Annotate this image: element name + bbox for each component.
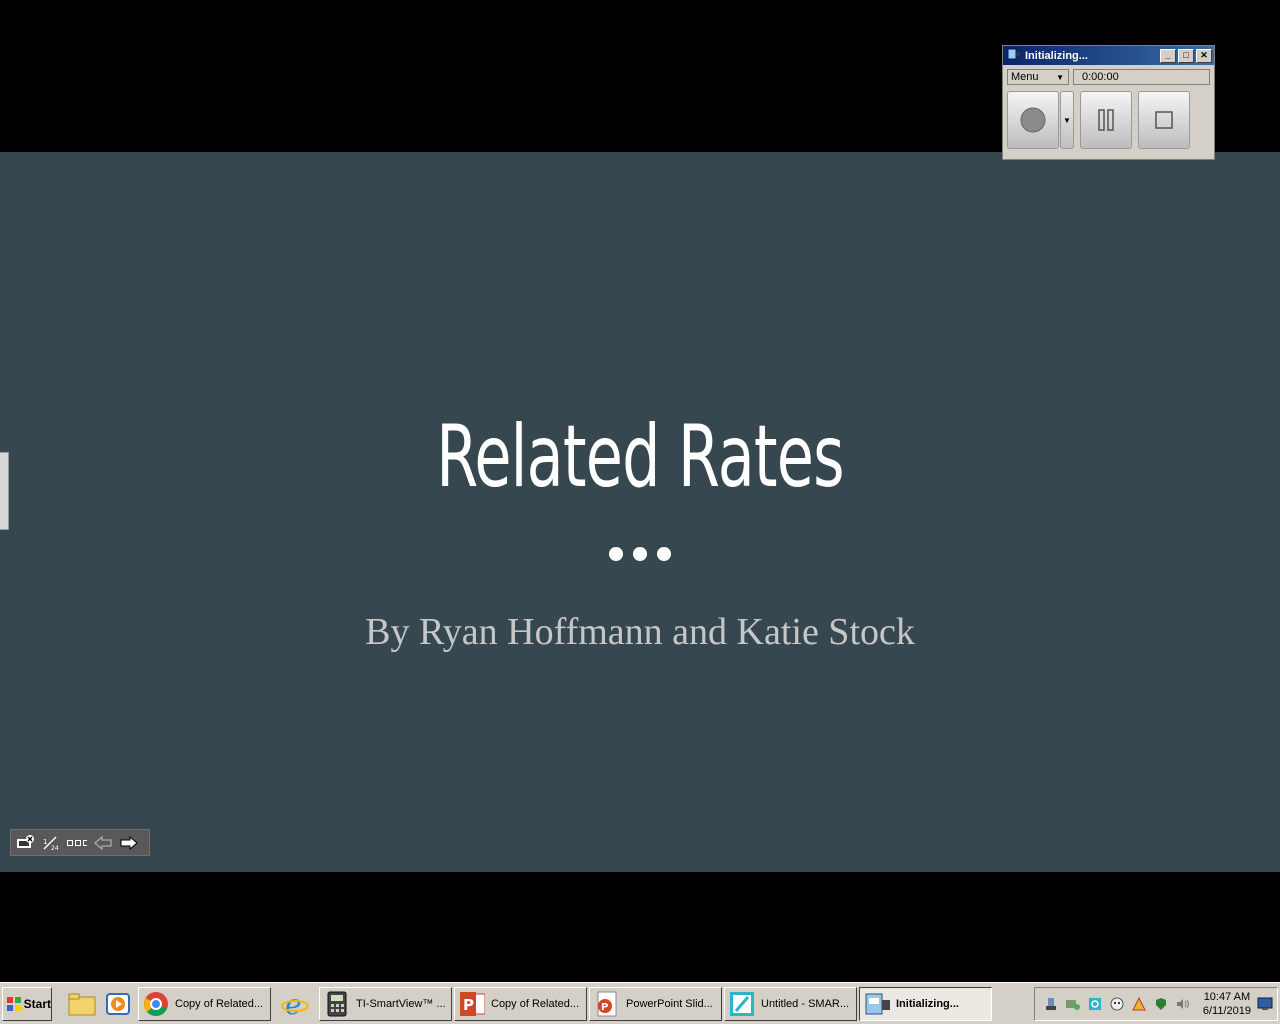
slide-subtitle: By Ryan Hoffmann and Katie Stock <box>365 611 915 653</box>
previous-icon[interactable] <box>93 833 113 853</box>
volume-icon[interactable] <box>1175 996 1191 1012</box>
pause-icon <box>1098 109 1114 131</box>
svg-text:P: P <box>463 996 474 1014</box>
clock-time: 10:47 AM <box>1203 990 1251 1003</box>
page-indicator-icon[interactable]: 1 24 <box>41 833 61 853</box>
shield-icon[interactable] <box>1153 996 1169 1012</box>
smart-notebook-icon <box>729 991 755 1017</box>
maximize-button[interactable]: □ <box>1178 48 1194 63</box>
taskbar-item-chrome[interactable]: Copy of Related... <box>138 986 271 1021</box>
svg-text:e: e <box>285 989 302 1019</box>
recorder-elapsed-time: 0:00:00 <box>1073 69 1210 85</box>
slide: Related Rates By Ryan Hoffmann and Katie… <box>0 152 1280 872</box>
clock-date: 6/11/2019 <box>1202 1004 1251 1017</box>
show-desktop-icon[interactable] <box>1257 996 1273 1012</box>
system-tray: 10:47 AM 6/11/2019 <box>1033 986 1278 1021</box>
svg-text:1: 1 <box>43 838 47 846</box>
security-alert-icon[interactable] <box>1131 996 1147 1012</box>
recorder-title: Initializing... <box>1025 49 1088 62</box>
pause-button[interactable] <box>1080 91 1132 149</box>
record-options-dropdown[interactable]: ▼ <box>1060 91 1074 149</box>
exit-slideshow-icon[interactable] <box>15 833 35 853</box>
taskbar-item-ti-smartview[interactable]: TI-SmartView™ ... <box>319 986 452 1021</box>
record-button[interactable] <box>1007 91 1059 149</box>
sync-icon[interactable] <box>1087 996 1103 1012</box>
start-label: Start <box>23 996 51 1011</box>
chevron-down-icon: ▼ <box>1056 72 1064 82</box>
recorder-titlebar[interactable]: Initializing... _ □ ✕ <box>1003 46 1214 65</box>
svg-text:24: 24 <box>51 845 59 851</box>
media-player-quicklaunch-icon[interactable] <box>100 987 136 1021</box>
side-panel-tab[interactable] <box>0 452 9 530</box>
slide-sorter-icon[interactable] <box>67 833 87 853</box>
calculator-icon <box>324 991 350 1017</box>
recorder-app-icon <box>1007 47 1021 64</box>
slide-title: Related Rates <box>436 407 844 507</box>
next-icon[interactable] <box>119 833 139 853</box>
internet-explorer-quicklaunch-icon[interactable]: e <box>277 987 313 1021</box>
taskbar-item-recorder[interactable]: Initializing... <box>859 986 992 1021</box>
powerpoint-icon: P <box>459 991 485 1017</box>
record-icon <box>1020 107 1046 133</box>
start-button[interactable]: Start <box>2 986 52 1021</box>
usb-device-icon[interactable] <box>1043 996 1059 1012</box>
system-clock[interactable]: 10:47 AM 6/11/2019 <box>1203 990 1251 1018</box>
taskbar: Start Copy of Related... e TI-SmartView™… <box>0 982 1280 1024</box>
minimize-button[interactable]: _ <box>1160 48 1176 63</box>
explorer-quicklaunch-icon[interactable] <box>64 987 100 1021</box>
recorder-menu-label: Menu <box>1011 71 1039 83</box>
taskbar-item-powerpoint-slideshow[interactable]: P PowerPoint Slid... <box>589 986 722 1021</box>
powerpoint-doc-icon: P <box>594 991 620 1017</box>
svg-text:P: P <box>601 1002 608 1013</box>
stop-icon <box>1155 111 1173 129</box>
recorder-menu-dropdown[interactable]: Menu ▼ <box>1007 69 1069 85</box>
slide-divider-dots <box>0 547 1280 566</box>
windows-logo-icon <box>7 996 21 1011</box>
chrome-icon <box>143 991 169 1017</box>
recorder-window: Initializing... _ □ ✕ Menu ▼ 0:00:00 ▼ <box>1002 45 1215 160</box>
taskbar-item-powerpoint[interactable]: P Copy of Related... <box>454 986 587 1021</box>
stop-button[interactable] <box>1138 91 1190 149</box>
recorder-icon <box>864 991 890 1017</box>
taskbar-item-smart-notebook[interactable]: Untitled - SMAR... <box>724 986 857 1021</box>
mascot-icon[interactable] <box>1109 996 1125 1012</box>
network-icon[interactable] <box>1065 996 1081 1012</box>
presenter-toolbar: 1 24 <box>10 829 150 856</box>
close-button[interactable]: ✕ <box>1196 48 1212 63</box>
